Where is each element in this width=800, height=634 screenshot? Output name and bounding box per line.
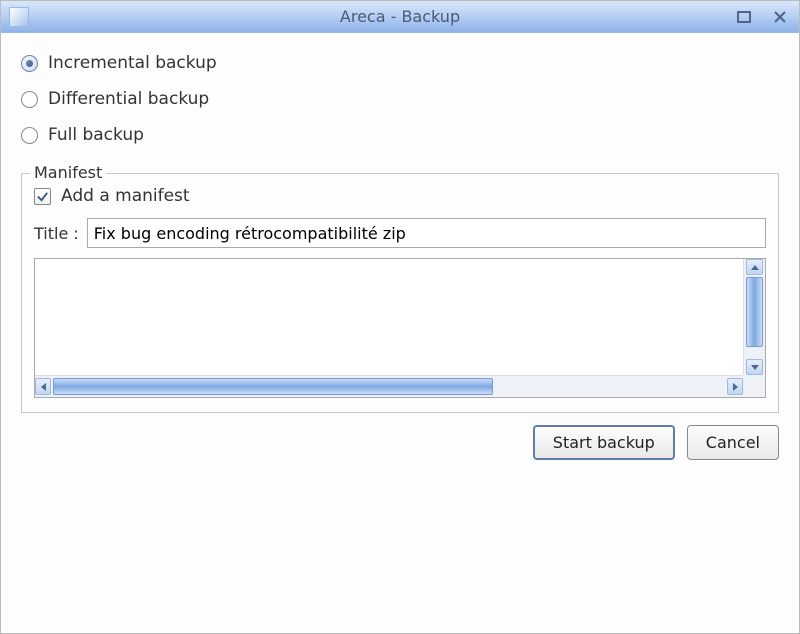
chevron-left-icon <box>41 383 46 391</box>
title-input[interactable] <box>87 218 766 248</box>
close-icon <box>774 11 786 23</box>
add-manifest-label: Add a manifest <box>61 186 190 206</box>
check-icon <box>36 190 49 203</box>
button-row: Start backup Cancel <box>21 425 779 460</box>
chevron-right-icon <box>733 383 738 391</box>
manifest-legend: Manifest <box>30 163 106 182</box>
radio-item-incremental[interactable]: Incremental backup <box>21 53 779 73</box>
horizontal-scrollbar[interactable] <box>35 375 743 397</box>
add-manifest-row[interactable]: Add a manifest <box>34 186 766 206</box>
description-content[interactable] <box>35 259 743 375</box>
title-label: Title : <box>34 224 79 243</box>
window-controls <box>731 7 793 27</box>
scroll-right-button[interactable] <box>727 378 743 395</box>
scroll-left-button[interactable] <box>35 378 51 395</box>
chevron-up-icon <box>751 265 759 270</box>
scroll-corner <box>743 375 765 397</box>
app-icon <box>9 7 29 27</box>
dialog-window: Areca - Backup Incremental backup <box>0 0 800 634</box>
radio-label: Incremental backup <box>48 53 217 73</box>
maximize-icon <box>737 11 751 23</box>
watermark: LO4D.com <box>674 599 785 623</box>
cancel-button[interactable]: Cancel <box>687 425 779 460</box>
backup-type-group: Incremental backup Differential backup F… <box>21 53 779 145</box>
description-textarea[interactable] <box>34 258 766 398</box>
radio-incremental[interactable] <box>21 55 38 72</box>
add-manifest-checkbox[interactable] <box>34 188 51 205</box>
dialog-content: Incremental backup Differential backup F… <box>1 33 799 476</box>
radio-label: Differential backup <box>48 89 209 109</box>
scroll-thumb-vertical[interactable] <box>746 277 763 347</box>
vertical-scrollbar[interactable] <box>743 259 765 375</box>
scroll-thumb-horizontal[interactable] <box>53 378 493 395</box>
scroll-down-button[interactable] <box>746 359 763 375</box>
title-row: Title : <box>34 218 766 248</box>
close-button[interactable] <box>767 7 793 27</box>
window-title: Areca - Backup <box>1 7 799 26</box>
start-backup-button[interactable]: Start backup <box>533 425 675 460</box>
radio-full[interactable] <box>21 127 38 144</box>
maximize-button[interactable] <box>731 7 757 27</box>
radio-item-differential[interactable]: Differential backup <box>21 89 779 109</box>
radio-differential[interactable] <box>21 91 38 108</box>
titlebar[interactable]: Areca - Backup <box>1 1 799 33</box>
scroll-up-button[interactable] <box>746 259 763 275</box>
chevron-down-icon <box>751 365 759 370</box>
radio-label: Full backup <box>48 125 144 145</box>
manifest-fieldset: Manifest Add a manifest Title : <box>21 173 779 413</box>
radio-item-full[interactable]: Full backup <box>21 125 779 145</box>
